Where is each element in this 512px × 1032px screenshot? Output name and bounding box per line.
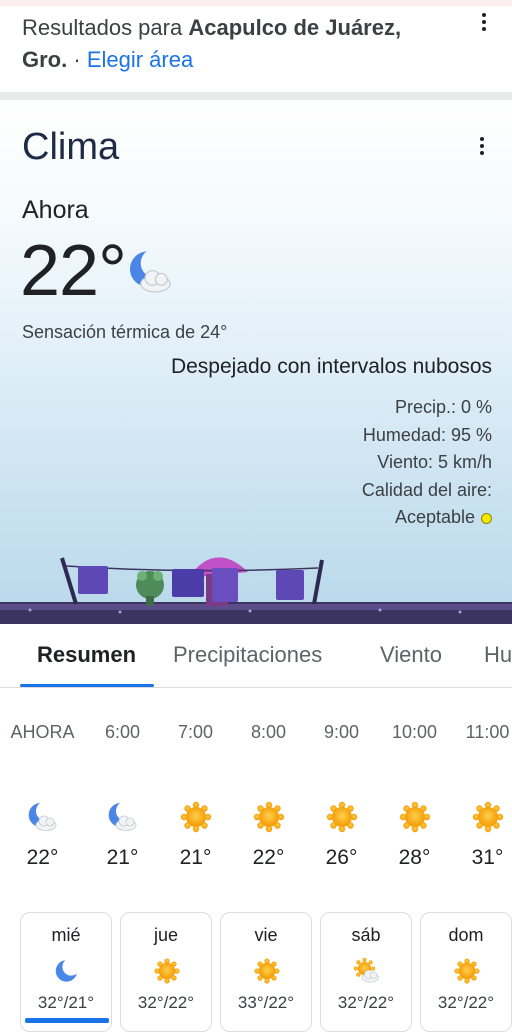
condition-text: Despejado con intervalos nubosos: [170, 355, 492, 378]
air-quality-label: Calidad del aire:: [361, 479, 492, 500]
day-temp-range: 32°/22°: [337, 993, 395, 1012]
day-card[interactable]: dom 32°/22°: [420, 912, 512, 1032]
day-name: mié: [51, 925, 81, 945]
choose-area-link[interactable]: Elegir área: [87, 47, 193, 72]
day-name: sáb: [351, 925, 381, 945]
hour-temp: 22°: [252, 846, 285, 869]
hour-time: 10:00: [391, 722, 438, 742]
header-tint: [0, 0, 512, 6]
sun-icon: [253, 957, 281, 985]
weather-scene-illustration: [0, 557, 512, 624]
humidity-value: Humedad: 95 %: [362, 424, 492, 445]
tab-humidity[interactable]: Hu: [484, 642, 512, 668]
results-text: Resultados para Acapulco de Juárez, Gro.…: [22, 12, 452, 76]
daily-forecast: mié 32°/21° jue 32°/22° vie 33°/22° sáb …: [0, 910, 512, 1032]
weather-tabs: Resumen Precipitaciones Viento Hu: [0, 624, 512, 688]
results-header: Resultados para Acapulco de Juárez, Gro.…: [0, 0, 512, 92]
wind-value: Viento: 5 km/h: [377, 452, 492, 472]
tab-precipitation[interactable]: Precipitaciones: [173, 642, 322, 668]
results-prefix: Resultados para: [22, 15, 183, 40]
day-name: dom: [448, 925, 484, 945]
weather-details: Precip.: 0 % Humedad: 95 % Viento: 5 km/…: [362, 394, 492, 532]
day-name: vie: [254, 925, 278, 945]
sun-icon: [471, 800, 505, 834]
hour-time: 11:00: [465, 722, 510, 742]
sun-cloud-icon: [353, 957, 381, 985]
hourly-forecast: AHORA 22° 6:00 21° 7:00 21° 8:00 22° 9:0…: [0, 690, 512, 890]
active-tab-indicator: [20, 684, 154, 687]
air-quality-row: Aceptable: [362, 504, 492, 532]
day-card[interactable]: vie 33°/22°: [220, 912, 312, 1032]
day-card[interactable]: sáb 32°/22°: [320, 912, 412, 1032]
hour-time: 6:00: [104, 722, 141, 742]
air-quality-dot-icon: [481, 512, 492, 524]
tab-summary[interactable]: Resumen: [37, 642, 136, 668]
day-temp-range: 33°/22°: [237, 993, 295, 1012]
sun-icon: [252, 800, 286, 834]
feels-like: Sensación térmica de 24°: [22, 322, 228, 342]
hour-time: AHORA: [10, 722, 75, 742]
hour-temp: 21°: [106, 846, 139, 869]
hour-temp: 22°: [26, 846, 59, 869]
hour-temp: 31°: [471, 846, 504, 869]
hour-temp: 26°: [325, 846, 358, 869]
hour-time: 7:00: [177, 722, 214, 742]
day-card[interactable]: mié 32°/21°: [20, 912, 112, 1032]
moon-cloud-icon: [106, 800, 140, 834]
more-options-icon[interactable]: [474, 10, 494, 34]
precip-value: Precip.: 0 %: [394, 397, 492, 417]
sun-icon: [153, 957, 181, 985]
weather-more-options-icon[interactable]: [472, 134, 492, 158]
sun-icon: [179, 800, 213, 834]
day-temp-range: 32°/21°: [37, 993, 95, 1012]
day-card[interactable]: jue 32°/22°: [120, 912, 212, 1032]
hour-temp: 21°: [179, 846, 212, 869]
separator-dot: ·: [73, 47, 81, 72]
hour-time: 8:00: [250, 722, 287, 742]
tab-wind[interactable]: Viento: [380, 642, 442, 668]
moon-cloud-icon: [26, 800, 60, 834]
sun-icon: [398, 800, 432, 834]
day-name: jue: [153, 925, 179, 945]
weather-card: Clima Ahora 22° Sensación térmica de 24°…: [0, 100, 512, 624]
air-quality-value: Aceptable: [394, 507, 475, 527]
day-temp-range: 32°/22°: [137, 993, 195, 1012]
weather-title: Clima: [22, 126, 120, 168]
moon-icon: [53, 957, 81, 985]
section-divider: [0, 92, 512, 100]
sun-icon: [453, 957, 481, 985]
current-temperature: 22°: [20, 231, 127, 311]
now-label: Ahora: [22, 196, 89, 224]
hour-temp: 28°: [398, 846, 431, 869]
day-temp-range: 32°/22°: [437, 993, 495, 1012]
hour-time: 9:00: [323, 722, 360, 742]
sun-icon: [325, 800, 359, 834]
selected-day-indicator: [25, 1018, 109, 1023]
moon-cloud-icon: [126, 246, 176, 298]
